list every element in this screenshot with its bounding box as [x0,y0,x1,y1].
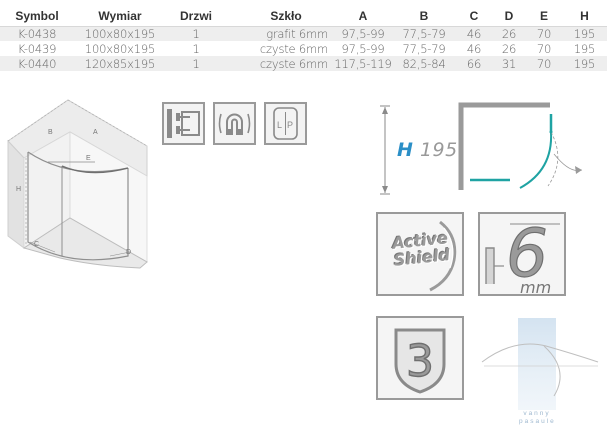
cell-h: 195 [562,26,607,41]
cell-drzwi: 1 [166,56,226,71]
cell-symbol: K-0438 [0,26,74,41]
dimension-label-d: D [126,249,131,256]
warranty-tile: 3 [376,316,464,400]
spec-table: Symbol Wymiar Drzwi Szkło A B C D E H K-… [0,6,607,71]
cell-e: 70 [526,26,562,41]
magnet-icon [218,113,251,135]
header-c: C [469,8,479,23]
brand-line2: pasaule [519,418,556,425]
cell-c: 46 [456,26,492,41]
warranty-badge-icon: 3 [394,328,446,394]
cell-drzwi: 1 [166,26,226,41]
cell-symbol: K-0439 [17,41,57,56]
dimension-label-e: E [86,155,91,162]
cell-b: 82,5-84 [392,56,456,71]
table-row: K-0440 120x85x195 1 czyste 6mm 117,5-119… [0,56,607,71]
active-shield-label: Active Shield [380,228,461,270]
height-value: H 195 [397,139,458,161]
dimension-label-a: A [93,129,98,136]
cell-symbol: K-0440 [0,56,74,71]
wall-profile-tile [162,102,205,145]
cell-a: 97,5-99 [334,26,392,41]
header-d: D [504,8,514,23]
cell-drzwi: 1 [192,41,200,56]
glass-mm-label: mm [520,278,552,297]
dimension-label-c: C [34,241,39,248]
header-drzwi: Drzwi [179,8,212,23]
cell-wymiar: 120x85x195 [74,56,166,71]
table-row: K-0438 100x80x195 1 grafit 6mm 97,5-99 7… [0,26,607,41]
cell-h: 195 [573,41,596,56]
cell-c: 46 [466,41,482,56]
header-b: B [419,8,429,23]
magnetic-seal-tile [213,102,256,145]
height-number: 195 [419,139,458,161]
reversible-door-icon: L P [273,107,298,140]
cell-a: 117,5-119 [334,56,392,71]
cell-e: 70 [526,56,562,71]
dimension-label-h: H [16,186,21,193]
cell-szklo: grafit 6mm [226,26,334,41]
cell-szklo: czyste 6mm [226,56,334,71]
table-header-row: Symbol Wymiar Drzwi Szkło A B C D E H [0,6,607,26]
cell-c: 66 [456,56,492,71]
cell-a: 97,5-99 [341,41,385,56]
brand-watermark-text: vanny pasaule [519,410,555,426]
cell-wymiar: 100x80x195 [84,41,156,56]
header-symbol: Symbol [15,8,59,23]
header-wymiar: Wymiar [98,8,142,23]
cell-d: 31 [492,56,526,71]
height-letter: H [397,139,414,161]
warranty-number: 3 [406,336,434,387]
header-h: H [580,8,589,23]
cell-d: 26 [501,41,517,56]
reversible-lp-tile: L P [264,102,307,145]
top-view-plan [458,102,583,190]
reversible-l-label: L [277,120,282,130]
cell-b: 77,5-79 [392,26,456,41]
height-arrow-icon [380,105,390,195]
table-row: K-0439 100x80x195 1 czyste 6mm 97,5-99 7… [0,41,607,56]
cell-wymiar: 100x80x195 [74,26,166,41]
header-e: E [539,8,548,23]
header-a: A [358,8,368,23]
cell-szklo: czyste 6mm [259,41,328,56]
reversible-p-label: P [287,120,293,130]
dimension-label-b: B [48,129,53,136]
wall-profile-icon [167,109,200,138]
cell-d: 26 [492,26,526,41]
shower-cabin-illustration: B A E H C D [7,99,148,269]
brand-watermark-logo [481,318,599,410]
brand-line1: vanny [523,410,551,417]
header-szklo: Szkło [270,8,302,23]
cell-b: 77,5-79 [402,41,446,56]
cell-h: 195 [562,56,607,71]
cell-e: 70 [536,41,552,56]
